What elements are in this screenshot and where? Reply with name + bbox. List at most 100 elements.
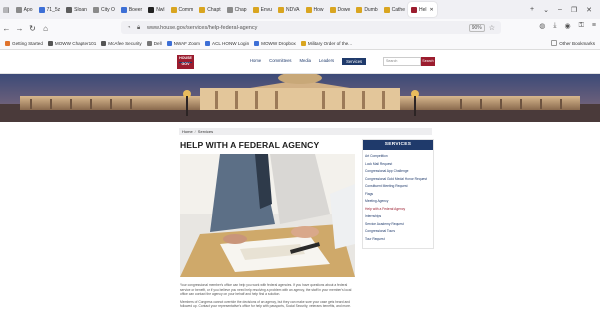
browser-tab[interactable]: Dumb [353,2,380,17]
tab-label: Comm [178,6,194,13]
site-nav-item[interactable]: Services [342,58,367,65]
services-link[interactable]: Constituent Meeting Request [365,183,433,191]
browser-tab[interactable]: Apo [13,2,36,17]
services-link[interactable]: Lock Mail Request [365,161,433,169]
tab-dropdown-icon[interactable]: ⌄ [543,6,549,14]
tab-label: Hel [419,6,427,13]
tab-list-icon[interactable]: ▤ [0,6,13,14]
browser-tab[interactable]: Boeer [118,2,145,17]
forward-icon[interactable]: → [13,24,26,33]
bookmark-item[interactable]: Dell [146,40,162,46]
breadcrumb-home[interactable]: Home [182,129,193,134]
home-icon[interactable]: ⌂ [39,24,52,33]
bookmark-item[interactable]: NWAF Zoom [166,40,200,46]
services-link[interactable]: Congressional App Challenge [365,168,433,176]
extensions-icon[interactable]: ⚿ [579,22,584,30]
browser-tab[interactable]: Chapt [196,2,223,17]
browser-tab[interactable]: City O [90,2,118,17]
services-sidebar: SERVICES Art Competition Lock Mail Reques… [362,139,434,249]
tab-favicon-icon [329,6,336,13]
breadcrumb-current[interactable]: Services [198,129,213,134]
tab-label: How [313,6,324,13]
close-icon[interactable]: ✕ [586,6,592,14]
tab-label: NDVA [285,6,300,13]
lock-icon: 🔒︎ [137,24,141,31]
site-search-input[interactable]: Search [383,57,421,66]
browser-tab-bar: ▤ Apo 71_5z Sloan City O Boeer Nwl Comm Chapt Ch… [0,0,600,19]
browser-tab[interactable]: Envu [250,2,275,17]
tab-favicon-icon [383,6,390,13]
url-text[interactable]: www.house.gov/services/help-federal-agen… [147,25,257,31]
services-list: Art Competition Lock Mail Request Congress… [363,150,433,243]
house-logo[interactable]: HOUSE GOV [177,55,194,69]
bookmark-item[interactable]: Getting Started [5,40,43,46]
tab-favicon-icon [226,6,233,13]
services-link[interactable]: Meeting Agency [365,198,433,206]
services-link[interactable]: Help with a Federal Agency [365,206,433,214]
capitol-banner-image [0,74,600,122]
services-heading: SERVICES [363,140,433,150]
site-nav-item[interactable]: Home [250,58,261,65]
bookmark-item[interactable]: MOWW Chapter101 [47,40,96,46]
browser-tab[interactable]: 71_5z [36,2,64,17]
services-link[interactable]: Flags [365,191,433,199]
bookmark-item[interactable]: ACL HONW Login [205,40,250,46]
window-controls: + ⌄ – ❐ ✕ [530,6,600,14]
browser-tab[interactable]: Comm [168,2,197,17]
bookmark-star-icon[interactable]: ☆ [489,24,495,32]
bookmark-favicon-icon [5,40,10,46]
services-link[interactable]: Internships [365,213,433,221]
bookmark-item[interactable]: McAfee Security [101,40,142,46]
tab-favicon-icon [92,6,99,13]
bookmark-favicon-icon [47,40,53,46]
tab-favicon-icon [305,6,312,13]
tab-label: Nwl [156,6,165,13]
services-link[interactable]: Art Competition [365,153,433,161]
tab-strip: Apo 71_5z Sloan City O Boeer Nwl Comm Chapt Chap… [13,2,437,17]
restore-icon[interactable]: ❐ [571,6,577,14]
browser-tab[interactable]: Nwl [145,2,167,17]
bookmark-item[interactable]: MOWW Dropbox [254,40,296,46]
services-link[interactable]: Congressional Gold Medal Honor Request [365,176,433,184]
bookmark-favicon-icon [166,40,172,46]
reload-icon[interactable]: ↻ [26,24,39,33]
site-nav-item[interactable]: Committees [269,58,291,65]
browser-tab[interactable]: Cathe [381,2,408,17]
tab-label: Chap [234,6,247,13]
downloads-icon[interactable]: ⤓ [553,22,556,30]
browser-tab[interactable]: Sloan [63,2,90,17]
other-bookmarks[interactable]: Other Bookmarks [551,40,595,46]
tab-favicon-icon [170,6,177,13]
address-bar[interactable]: ◔ 🔒︎ www.house.gov/services/help-federal… [121,21,501,34]
toolbar-right: ◍ ⤓ ◉ ⚿ ≡ [539,22,596,30]
pocket-icon[interactable]: ◍ [539,22,545,30]
minimize-icon[interactable]: – [558,6,562,14]
browser-tab[interactable]: Chap [224,2,250,17]
browser-tab[interactable]: How [303,2,327,17]
tab-label: City O [100,6,115,13]
bookmarks-list: Getting Started MOWW Chapter101 McAfee Sec… [0,40,352,46]
bookmark-item[interactable]: Military Order of the... [300,40,352,46]
new-tab-icon[interactable]: + [530,6,534,14]
bookmark-label: Dell [153,40,162,46]
tab-close-icon[interactable]: ✕ [430,7,434,13]
services-link[interactable]: Service Academy Request [365,221,433,229]
services-link[interactable]: Congressional Tours [365,228,433,236]
bookmark-label: Getting Started [12,40,43,46]
tab-label: Dowe [337,6,351,13]
bookmark-label: ACL HONW Login [212,40,250,46]
tab-label: Sloan [74,6,87,13]
services-link[interactable]: Tour Request [365,236,433,244]
account-icon[interactable]: ◉ [564,22,570,30]
menu-icon[interactable]: ≡ [592,22,596,30]
browser-tab[interactable]: NDVA [275,2,303,17]
site-search-button[interactable]: Search [421,57,435,66]
back-icon[interactable]: ← [0,24,13,33]
zoom-level[interactable]: 90% [468,23,485,32]
breadcrumb: Home / Services [179,128,432,135]
browser-tab[interactable]: Hel ✕ [408,2,437,17]
tab-label: 71_5z [46,6,61,13]
browser-tab[interactable]: Dowe [327,2,354,17]
site-nav-item[interactable]: Media [300,58,311,65]
site-nav-item[interactable]: Leaders [319,58,334,65]
